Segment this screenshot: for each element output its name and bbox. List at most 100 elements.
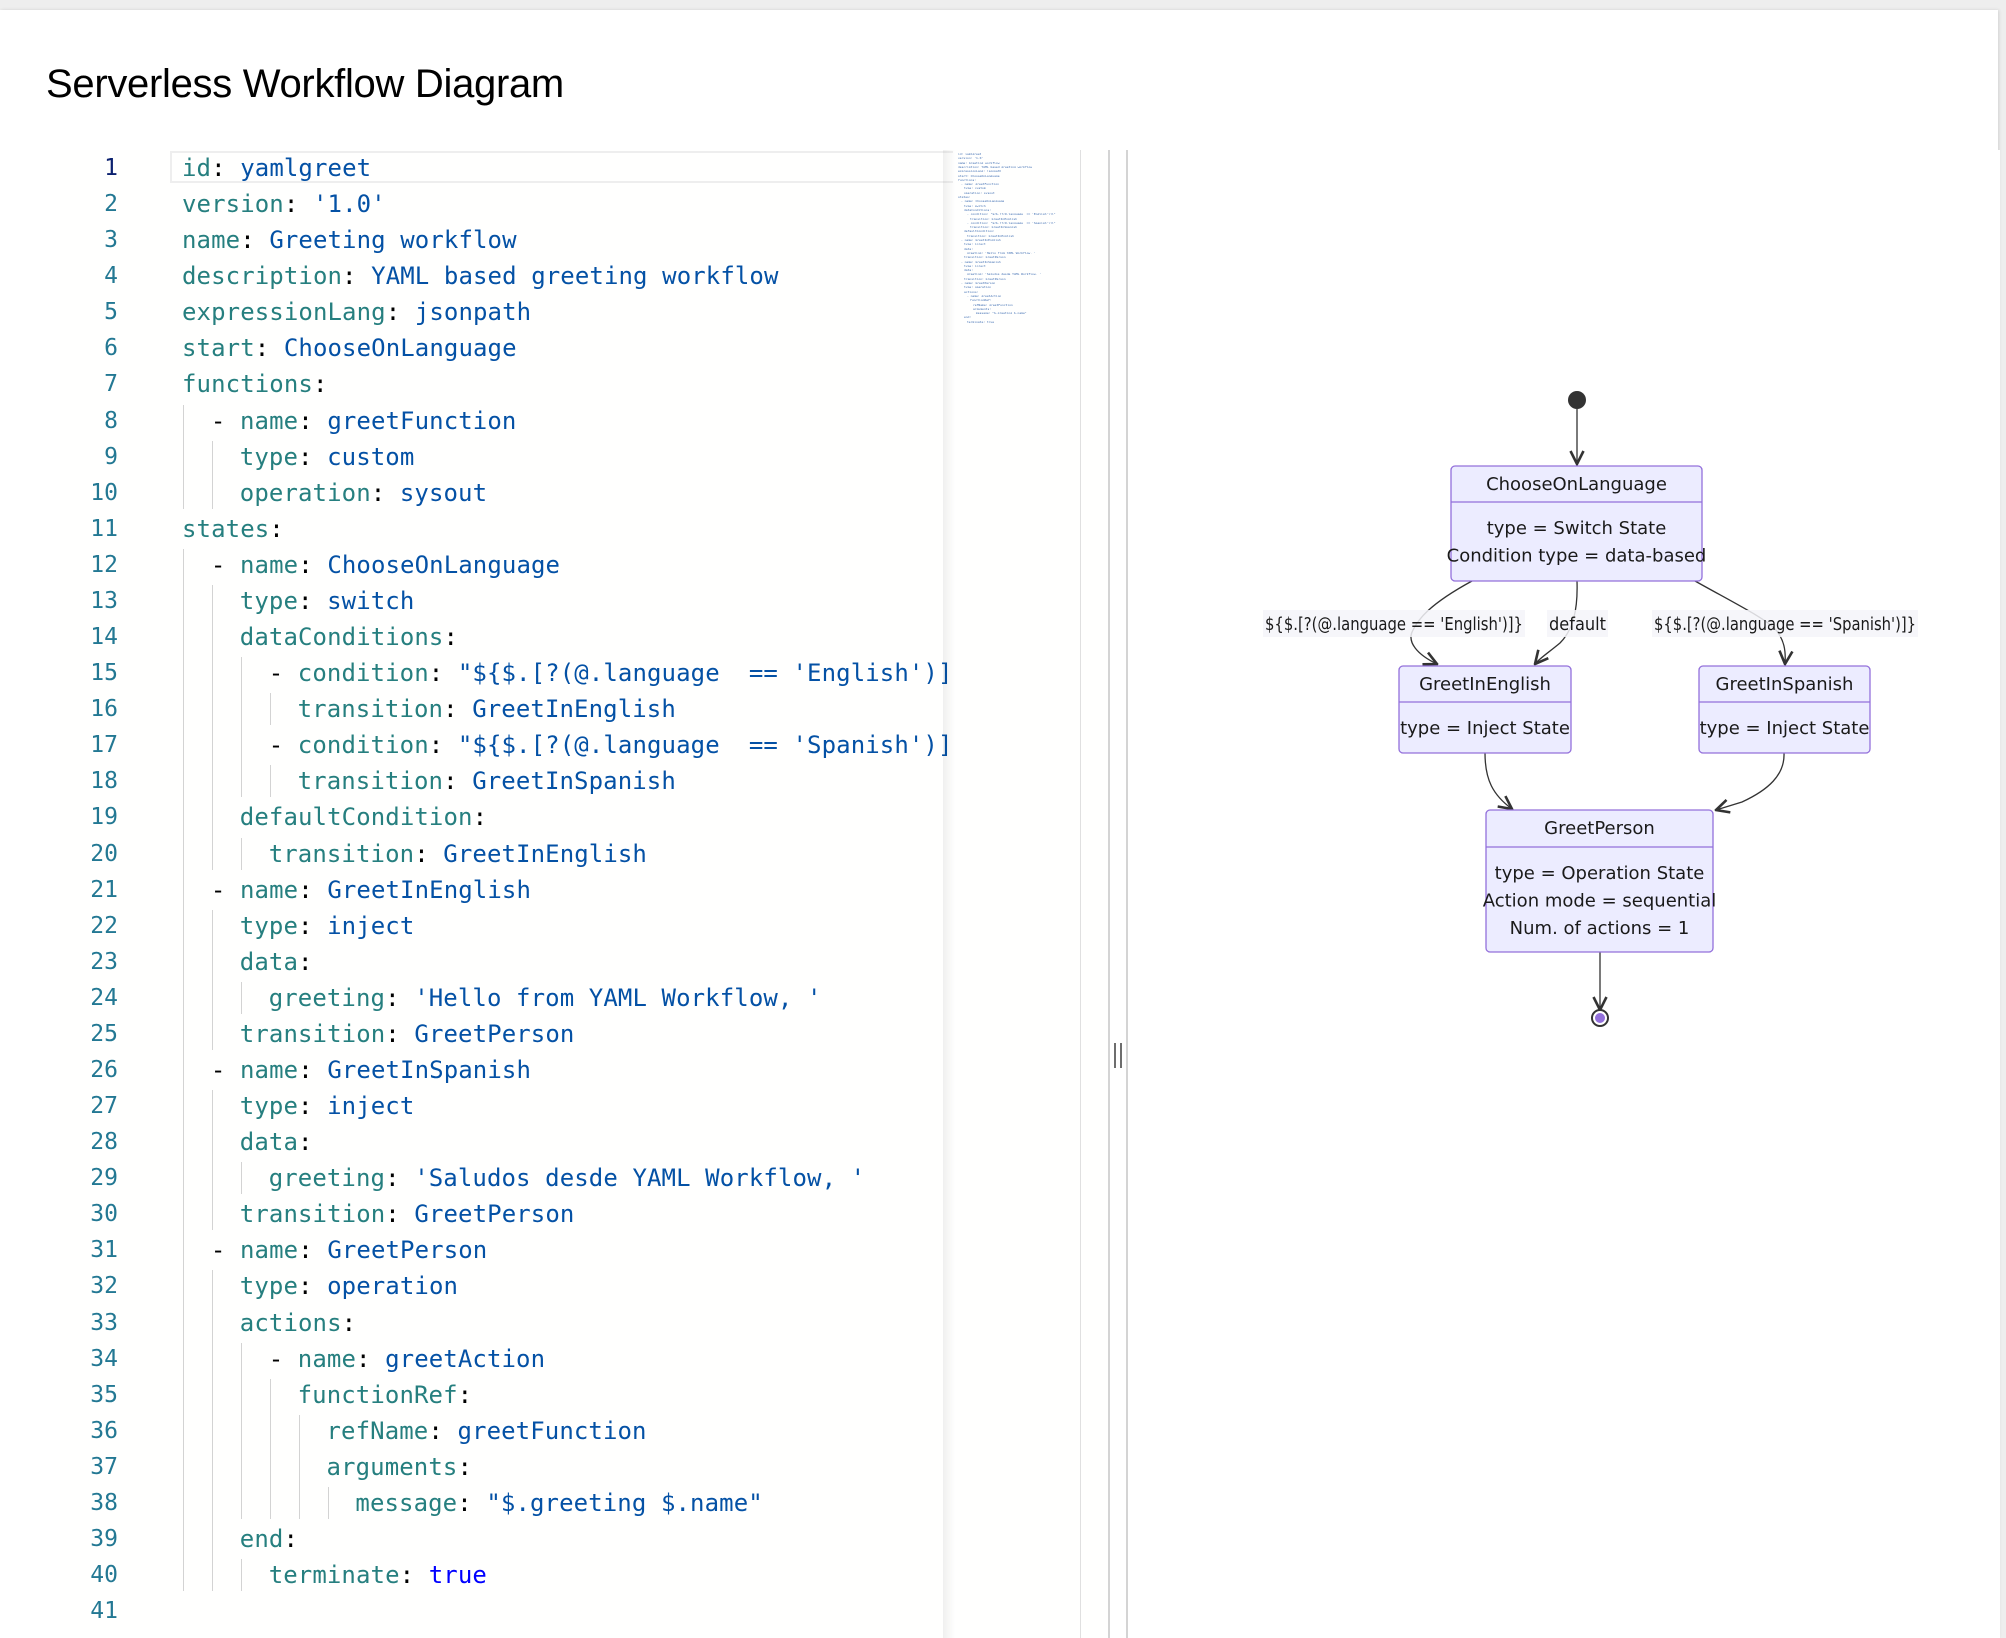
code-line: - name: greetFunction [211,403,517,439]
minimap-line: data: [964,269,974,272]
yaml-key-token: functionRef [297,1380,458,1409]
minimap-line: type: custom [964,187,986,190]
indent-guide [211,1270,213,1592]
indent-guide [183,548,184,1592]
code-text-area[interactable]: id: yamlgreet version: '1.0' name: Greetin… [170,150,953,1638]
minimap-shadow [943,150,955,1638]
yaml-val-token: sysout [399,478,488,507]
yaml-key-token: description [182,262,343,291]
yaml-key-token: transition [268,839,415,868]
yaml-val-token: GreetPerson [414,1200,575,1229]
state-node-property: type = Inject State [1700,718,1870,739]
edge-label: default [1549,614,1606,635]
yaml-key-token: id [182,154,212,182]
code-line: defaultCondition: [240,799,487,835]
yaml-punct-token: : [428,731,458,760]
yaml-dash-token: - [210,1236,240,1265]
yaml-val-token: 'Hello from YAML Workflow, ' [414,983,822,1012]
minimap-line: name: Greeting workflow [958,161,1000,164]
line-number: 18 [90,768,118,795]
minimap-line: actions: [964,290,979,293]
minimap-line: - name: greetFunction [961,183,999,186]
code-line: transition: GreetPerson [240,1016,575,1052]
minimap-line: message: "$.greeting $.name" [976,312,1027,315]
yaml-key-token: greeting [268,1164,386,1193]
indent-guide [269,693,271,726]
indent-guide [240,1162,242,1195]
yaml-val-token: GreetPerson [327,1236,488,1265]
pane-splitter[interactable] [1110,150,1126,1638]
minimap-line: transition: GreetPerson [964,256,1006,259]
minimap-line: states: [958,196,971,198]
indent-guide [211,584,213,870]
yaml-key-token: name [182,226,241,255]
line-number: 5 [104,299,118,326]
yaml-val-token: switch [327,586,415,615]
line-number: 27 [90,1093,118,1120]
yaml-val-token: GreetInEnglish [472,695,676,724]
state-node-title: GreetPerson [1544,818,1655,839]
minimap-line: - name: GreetInSpanish [961,260,1001,263]
yaml-dash-token: - [210,875,240,904]
yaml-key-token: transition [239,1019,386,1048]
splitter-grip-icon[interactable] [1114,1043,1122,1068]
yaml-key-token: name [240,1056,299,1084]
yaml-code-editor[interactable]: 1 2 3 4 5 6 7 8 9 10 11 12 13 14 15 16 17 18 19 20 21 22 23 24 2… [60,150,1110,1638]
minimap-line: - name: GreetInEnglish [961,239,1001,241]
code-line: type: switch [240,583,415,619]
state-node-title: GreetInSpanish [1716,674,1854,695]
yaml-key-token: type [239,1272,298,1301]
code-line: dataConditions: [240,619,458,655]
minimap-line: defaultCondition: [964,230,995,233]
line-number: 20 [90,840,118,867]
line-number: 30 [90,1201,118,1228]
yaml-punct-token: : [298,947,313,976]
code-line: states: [182,511,284,547]
edge-english-to-greetperson [1484,752,1512,809]
line-number: 40 [90,1562,118,1589]
yaml-punct-token: : [298,911,328,940]
yaml-key-token: name [240,1236,299,1265]
vertical-scrollbar[interactable] [1081,150,1108,1638]
line-number: 39 [90,1526,118,1553]
state-node-property: type = Switch State [1487,518,1667,539]
line-number: 7 [104,371,118,398]
line-number-gutter: 1 2 3 4 5 6 7 8 9 10 11 12 13 14 15 16 17 18 19 20 21 22 23 24 2… [60,150,160,1638]
yaml-key-token: data [239,947,298,976]
code-line: transition: GreetInEnglish [298,691,676,727]
line-number: 1 [104,155,118,181]
indent-guide [211,909,213,1050]
yaml-val-token: ChooseOnLanguage [327,550,561,579]
yaml-key-token: transition [297,695,444,724]
minimap-line: - name: greetAction [967,294,1002,297]
minimap-line: transition: GreetInEnglish [967,234,1014,237]
yaml-key-token: refName [326,1416,429,1445]
code-line: - name: ChooseOnLanguage [211,547,560,583]
minimap-line: type: operation [964,286,992,289]
minimap-line: transition: GreetInEnglish [970,217,1017,220]
code-line: transition: GreetInEnglish [269,836,647,872]
code-line: data: [240,1124,313,1160]
code-line: end: [240,1521,298,1557]
yaml-punct-token: : [298,550,328,579]
state-node-property: Action mode = sequential [1483,891,1717,912]
state-node-title: ChooseOnLanguage [1486,474,1667,495]
minimap-line: description: YAML based greeting workflo… [958,165,1033,168]
yaml-val-token: inject [327,911,415,940]
yaml-punct-token: : [385,983,415,1012]
yaml-punct-token: : [342,262,372,291]
yaml-punct-token: : [443,623,459,652]
yaml-punct-token: : [211,154,241,182]
code-line: - condition: "${$.[?(@.language == 'Engl… [269,655,953,691]
code-line: description: YAML based greeting workflo… [182,258,779,294]
yaml-punct-token: : [298,442,328,471]
indent-guide [298,1414,300,1520]
indent-guide [183,404,184,509]
line-number: 35 [90,1381,118,1408]
line-number: 23 [90,948,118,975]
yaml-punct-token: : [399,1561,429,1590]
code-minimap[interactable]: id: yamlgreet version: '1.0' name: Greetin… [955,150,1080,1638]
code-line: transition: GreetPerson [240,1196,575,1232]
yaml-val-token: greetFunction [457,1416,647,1445]
indent-guide [240,981,242,1014]
